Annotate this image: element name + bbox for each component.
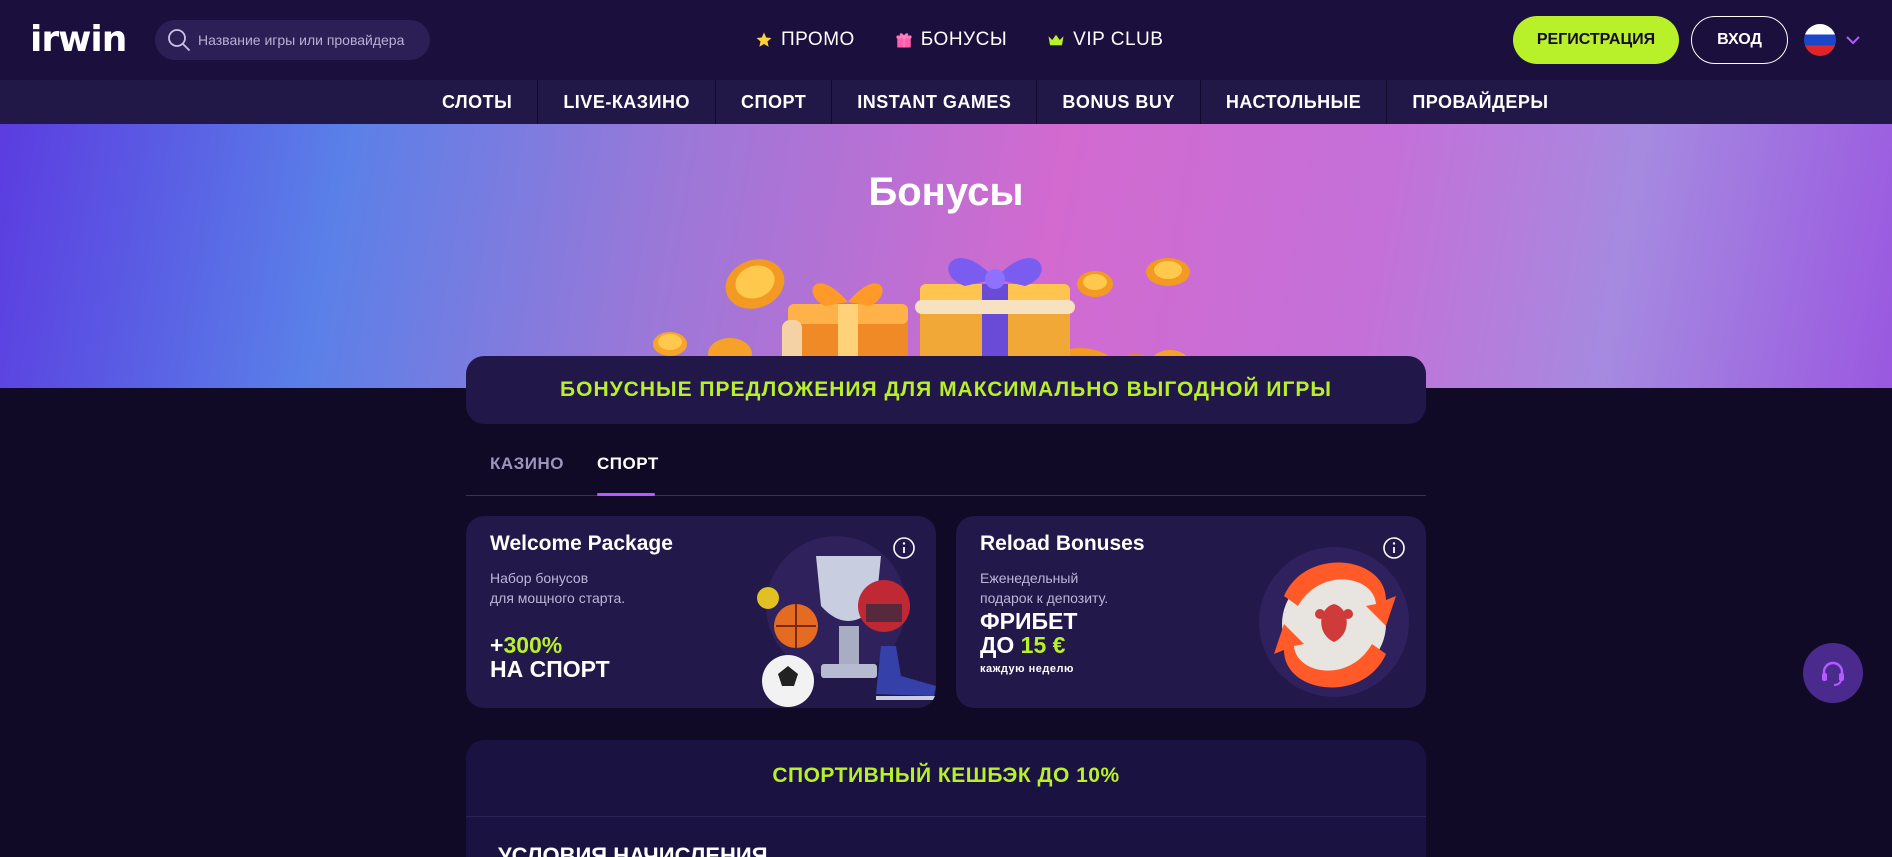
offer-prefix: ДО <box>980 632 1021 658</box>
hero-banner: Бонусы <box>0 124 1892 388</box>
category-table-games[interactable]: НАСТОЛЬНЫЕ <box>1201 80 1388 124</box>
offer-percent: 300% <box>503 632 563 658</box>
register-button[interactable]: РЕГИСТРАЦИЯ <box>1513 16 1679 64</box>
nav-promo-label: ПРОМО <box>781 29 855 50</box>
bonus-tabs: КАЗИНО СПОРТ <box>466 440 1426 496</box>
star-icon <box>756 32 772 47</box>
category-live-casino[interactable]: LIVE-КАЗИНО <box>538 80 717 124</box>
page-title: Бонусы <box>868 170 1024 214</box>
top-nav: ПРОМО БОНУСЫ VIP CLUB <box>755 26 1163 54</box>
support-chat-button[interactable] <box>1803 643 1863 703</box>
search-input[interactable] <box>198 20 418 60</box>
tab-casino[interactable]: КАЗИНО <box>490 454 564 474</box>
category-slots[interactable]: СЛОТЫ <box>417 80 539 124</box>
header: irwin ПРОМО БОНУСЫ <box>0 0 1892 80</box>
gift-icon <box>896 33 912 48</box>
category-nav: СЛОТЫ LIVE-КАЗИНО СПОРТ INSTANT GAMES BO… <box>0 80 1892 124</box>
logo-text: irwin <box>30 19 127 60</box>
reload-ball-illustration <box>1259 547 1409 697</box>
category-bonus-buy[interactable]: BONUS BUY <box>1037 80 1201 124</box>
card-title: Reload Bonuses <box>980 532 1145 555</box>
search-box[interactable] <box>155 20 430 60</box>
headset-icon <box>1822 661 1844 686</box>
offer-prefix: + <box>490 632 504 658</box>
crown-icon <box>1048 34 1064 46</box>
banner-text: БОНУСНЫЕ ПРЕДЛОЖЕНИЯ ДЛЯ МАКСИМАЛЬНО ВЫГ… <box>560 378 1332 401</box>
active-tab-indicator <box>597 493 655 496</box>
divider <box>466 816 1426 817</box>
card-offer-amount: +300% <box>490 633 562 657</box>
card-description: Набор бонусов для мощного старта. <box>490 568 660 608</box>
irwin-logo[interactable]: irwin <box>30 19 127 60</box>
cashback-title: СПОРТИВНЫЙ КЕШБЭК ДО 10% <box>772 764 1120 787</box>
card-title: Welcome Package <box>490 532 673 555</box>
russian-flag-icon <box>1804 24 1836 56</box>
card-description: Еженедельный подарок к депозиту. <box>980 568 1150 608</box>
category-instant-games[interactable]: INSTANT GAMES <box>832 80 1038 124</box>
welcome-package-card[interactable]: Welcome Package Набор бонусов для мощног… <box>466 516 936 708</box>
login-button[interactable]: ВХОД <box>1691 16 1788 64</box>
nav-bonuses-label: БОНУСЫ <box>920 29 1008 50</box>
card-offer-target: НА СПОРТ <box>490 656 610 682</box>
nav-vip-club[interactable]: VIP CLUB <box>1047 26 1163 54</box>
card-description-line: Еженедельный <box>980 570 1079 586</box>
cashback-conditions-heading: Условия начисления <box>498 843 768 857</box>
reload-bonuses-card[interactable]: Reload Bonuses Еженедельный подарок к де… <box>956 516 1426 708</box>
nav-vip-label: VIP CLUB <box>1073 29 1164 50</box>
chevron-down-icon <box>1846 36 1860 45</box>
category-providers[interactable]: ПРОВАЙДЕРЫ <box>1387 80 1573 124</box>
sport-trophy-illustration <box>757 536 936 707</box>
card-offer-title: ФРИБЕТ <box>980 608 1078 634</box>
nav-promo[interactable]: ПРОМО <box>755 26 855 54</box>
tab-sport[interactable]: СПОРТ <box>597 454 659 474</box>
card-description-line: для мощного старта. <box>490 590 626 606</box>
card-offer-amount: ДО 15 € <box>980 633 1065 657</box>
bonus-offers-banner: БОНУСНЫЕ ПРЕДЛОЖЕНИЯ ДЛЯ МАКСИМАЛЬНО ВЫГ… <box>466 356 1426 424</box>
sport-cashback-section: СПОРТИВНЫЙ КЕШБЭК ДО 10% Условия начисле… <box>466 740 1426 857</box>
offer-value: 15 € <box>1020 632 1066 658</box>
card-frequency: каждую неделю <box>980 663 1074 675</box>
language-selector[interactable] <box>1804 24 1864 56</box>
category-sport[interactable]: СПОРТ <box>716 80 833 124</box>
nav-bonuses[interactable]: БОНУСЫ <box>895 26 1007 54</box>
card-description-line: подарок к депозиту. <box>980 590 1109 606</box>
search-icon <box>168 29 190 51</box>
card-description-line: Набор бонусов <box>490 570 589 586</box>
